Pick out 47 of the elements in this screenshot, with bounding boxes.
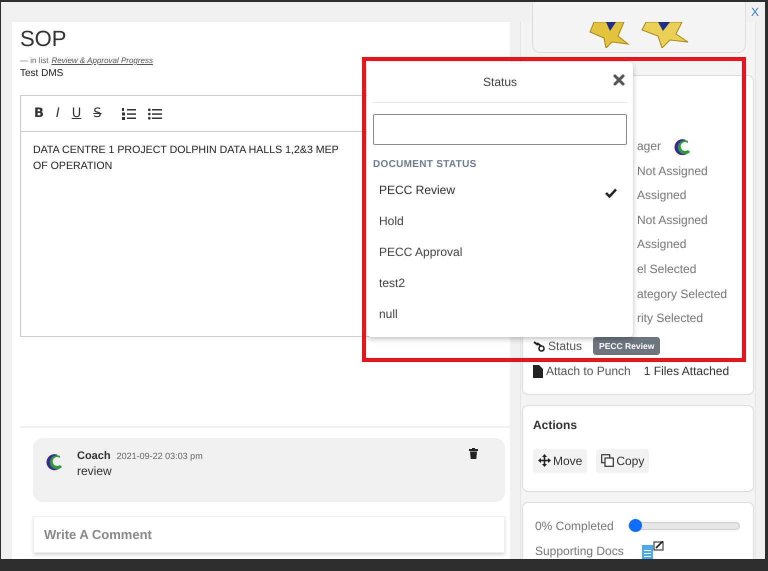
slider-thumb[interactable] — [628, 518, 642, 532]
strikethrough-button[interactable]: S — [93, 106, 102, 121]
avatar-logo-icon — [673, 137, 692, 156]
progress-slider[interactable] — [628, 522, 740, 530]
close-link[interactable]: X — [750, 5, 759, 19]
supporting-docs-label: Supporting Docs — [535, 544, 624, 558]
popup-title: Status — [482, 75, 518, 89]
progress-label: 0% Completed — [535, 518, 614, 532]
file-icon — [533, 364, 543, 378]
section-heading: DOCUMENT STATUS — [373, 159, 478, 170]
underline-button[interactable]: U — [72, 106, 82, 121]
trash-icon — [469, 448, 478, 459]
checkmark-icon — [605, 188, 617, 198]
detail-value: rity Selected — [637, 311, 704, 326]
move-button[interactable]: Move — [533, 448, 588, 473]
link-icon — [533, 340, 545, 352]
detail-value: el Selected — [637, 262, 696, 276]
search-field[interactable] — [373, 114, 627, 145]
copy-icon — [601, 454, 614, 468]
move-arrows-icon — [538, 454, 551, 468]
list-link[interactable]: Review & Approval Progress — [51, 56, 153, 65]
attach-value: 1 Files Attached — [644, 364, 730, 378]
status-label: Status — [548, 339, 582, 353]
comment-author: Coach — [77, 450, 111, 462]
detail-value: ategory Selected — [637, 286, 728, 301]
italic-button[interactable]: I — [56, 106, 60, 121]
bold-button[interactable]: B — [34, 106, 44, 121]
bullet-list-icon — [148, 108, 162, 120]
numbered-list-icon — [122, 108, 136, 120]
list-label: — in list — [20, 56, 48, 65]
close-icon — [613, 74, 625, 86]
document-title: SOP — [19, 25, 68, 53]
attach-label: Attach to Punch — [546, 364, 631, 378]
detail-value: Not Assigned — [637, 164, 708, 178]
detail-value: Assigned — [637, 188, 686, 202]
detail-value: Assigned — [637, 237, 686, 252]
editor-text: DATA CENTRE 1 PROJECT DOLPHIN DATA HALLS 1,2&3 MEP — [33, 143, 339, 158]
comment-input[interactable]: Write A Comment — [33, 516, 505, 553]
detail-value: Not Assigned — [637, 212, 708, 227]
status-badge: PECC Review — [593, 337, 660, 355]
editor-text: OF OPERATION — [33, 159, 112, 174]
copy-button[interactable]: Copy — [596, 448, 650, 473]
detail-value: ager — [637, 139, 662, 154]
actions-title: Actions — [533, 418, 578, 432]
comment-text: review — [77, 464, 113, 478]
comment-time: 2021-09-22 03:03 pm — [116, 451, 203, 461]
project-name: Test DMS — [19, 68, 64, 79]
